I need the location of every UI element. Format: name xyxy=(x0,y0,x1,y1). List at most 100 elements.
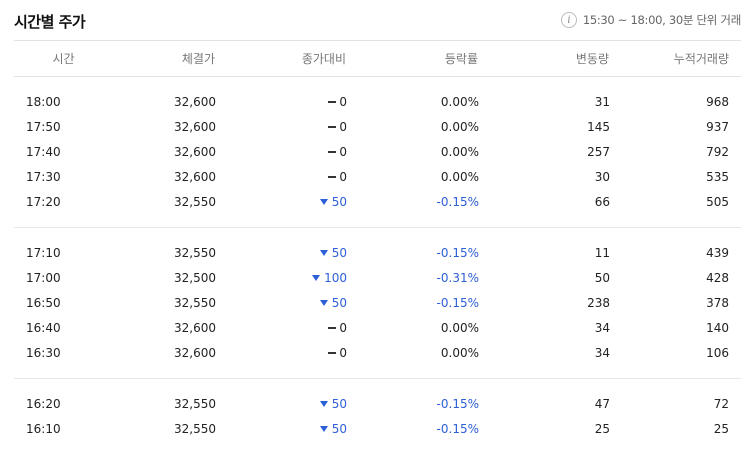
group-spacer xyxy=(14,228,741,241)
cell-rate: 0.00% xyxy=(440,94,479,109)
cell-time: 17:40 xyxy=(26,144,61,159)
cell-rate: -0.15% xyxy=(436,245,479,260)
cell-change: 50 xyxy=(216,240,347,265)
cell-price: 32,600 xyxy=(174,169,216,184)
cell-price: 32,550 xyxy=(174,421,216,436)
cell-volume: 31 xyxy=(594,94,610,109)
group-divider xyxy=(14,365,741,379)
cell-time: 16:20 xyxy=(26,396,61,411)
cell-cumulative: 505 xyxy=(706,194,729,209)
table-row: 17:10 32,550 50 -0.15% 11 439 xyxy=(14,240,741,265)
cell-time: 16:40 xyxy=(26,320,61,335)
col-header-rate: 등락률 xyxy=(347,40,479,77)
change-value: 50 xyxy=(331,194,347,209)
cell-volume: 145 xyxy=(587,119,610,134)
cell-time: 17:20 xyxy=(26,194,61,209)
info-note: i 15:30 ~ 18:00, 30분 단위 거래 xyxy=(560,12,741,28)
flat-dash-icon xyxy=(328,351,337,354)
cell-change: 0 xyxy=(216,139,347,164)
group-spacer xyxy=(14,379,741,392)
cell-time: 16:10 xyxy=(26,421,61,436)
table-row: 17:20 32,550 50 -0.15% 66 505 xyxy=(14,189,741,214)
table-row: 17:40 32,600 0 0.00% 257 792 xyxy=(14,139,741,164)
cell-time: 17:10 xyxy=(26,245,61,260)
cell-volume: 25 xyxy=(594,421,610,436)
section-title: 시간별 주가 xyxy=(14,13,86,31)
cell-volume: 34 xyxy=(594,320,610,335)
cell-time: 17:30 xyxy=(26,169,61,184)
flat-dash-icon xyxy=(328,326,337,329)
col-header-change: 종가대비 xyxy=(216,40,347,77)
change-value: 0 xyxy=(339,94,347,109)
cell-volume: 66 xyxy=(594,194,610,209)
cell-price: 32,600 xyxy=(174,144,216,159)
cell-cumulative: 25 xyxy=(713,421,729,436)
table-row: 16:40 32,600 0 0.00% 34 140 xyxy=(14,315,741,340)
flat-dash-icon xyxy=(328,125,337,128)
cell-cumulative: 937 xyxy=(706,119,729,134)
cell-volume: 47 xyxy=(594,396,610,411)
table-row: 16:10 32,550 50 -0.15% 25 25 xyxy=(14,416,741,441)
cell-rate: 0.00% xyxy=(440,320,479,335)
change-value: 0 xyxy=(339,169,347,184)
cell-cumulative: 968 xyxy=(706,94,729,109)
cell-rate: -0.15% xyxy=(436,421,479,436)
cell-volume: 257 xyxy=(587,144,610,159)
cell-volume: 11 xyxy=(594,245,610,260)
table-row: 17:30 32,600 0 0.00% 30 535 xyxy=(14,164,741,189)
table-row: 16:30 32,600 0 0.00% 34 106 xyxy=(14,340,741,365)
cell-price: 32,550 xyxy=(174,245,216,260)
cell-change: 0 xyxy=(216,114,347,139)
cell-cumulative: 792 xyxy=(706,144,729,159)
cell-price: 32,550 xyxy=(174,396,216,411)
cell-cumulative: 535 xyxy=(706,169,729,184)
cell-change: 50 xyxy=(216,290,347,315)
cell-price: 32,600 xyxy=(174,345,216,360)
change-value: 0 xyxy=(339,119,347,134)
cell-change: 50 xyxy=(216,416,347,441)
table-row: 17:00 32,500 100 -0.31% 50 428 xyxy=(14,265,741,290)
table-row: 17:50 32,600 0 0.00% 145 937 xyxy=(14,114,741,139)
down-arrow-icon xyxy=(319,249,328,256)
cell-time: 16:50 xyxy=(26,295,61,310)
cell-price: 32,500 xyxy=(174,270,216,285)
cell-change: 0 xyxy=(216,340,347,365)
table-row: 16:50 32,550 50 -0.15% 238 378 xyxy=(14,290,741,315)
cell-change: 50 xyxy=(216,391,347,416)
table-body: 18:00 32,600 0 0.00% 31 968 17:50 32,600 0 0.00% 1… xyxy=(14,77,741,442)
cell-volume: 30 xyxy=(594,169,610,184)
change-value: 50 xyxy=(331,396,347,411)
cell-time: 17:00 xyxy=(26,270,61,285)
cell-change: 0 xyxy=(216,89,347,114)
down-arrow-icon xyxy=(312,274,321,281)
cell-rate: -0.15% xyxy=(436,194,479,209)
cell-change: 0 xyxy=(216,315,347,340)
cell-change: 100 xyxy=(216,265,347,290)
group-divider xyxy=(14,214,741,228)
change-value: 50 xyxy=(331,421,347,436)
col-header-cumulative: 누적거래량 xyxy=(610,40,741,77)
info-icon[interactable]: i xyxy=(560,12,577,28)
down-arrow-icon xyxy=(319,198,328,205)
cell-time: 17:50 xyxy=(26,119,61,134)
cell-rate: 0.00% xyxy=(440,345,479,360)
cell-volume: 34 xyxy=(594,345,610,360)
cell-change: 0 xyxy=(216,164,347,189)
cell-cumulative: 72 xyxy=(713,396,729,411)
change-value: 50 xyxy=(331,295,347,310)
flat-dash-icon xyxy=(328,150,337,153)
flat-dash-icon xyxy=(328,175,337,178)
table-header-row: 시간 체결가 종가대비 등락률 변동량 누적거래량 xyxy=(14,40,741,77)
cell-rate: -0.15% xyxy=(436,396,479,411)
table-row: 16:20 32,550 50 -0.15% 47 72 xyxy=(14,391,741,416)
group-spacer xyxy=(14,77,741,90)
col-header-volume: 변동량 xyxy=(479,40,610,77)
cell-volume: 238 xyxy=(587,295,610,310)
down-arrow-icon xyxy=(319,400,328,407)
cell-rate: 0.00% xyxy=(440,119,479,134)
change-value: 100 xyxy=(324,270,347,285)
cell-cumulative: 428 xyxy=(706,270,729,285)
cell-change: 50 xyxy=(216,189,347,214)
section-header: 시간별 주가 i 15:30 ~ 18:00, 30분 단위 거래 xyxy=(14,8,741,34)
col-header-price: 체결가 xyxy=(114,40,216,77)
